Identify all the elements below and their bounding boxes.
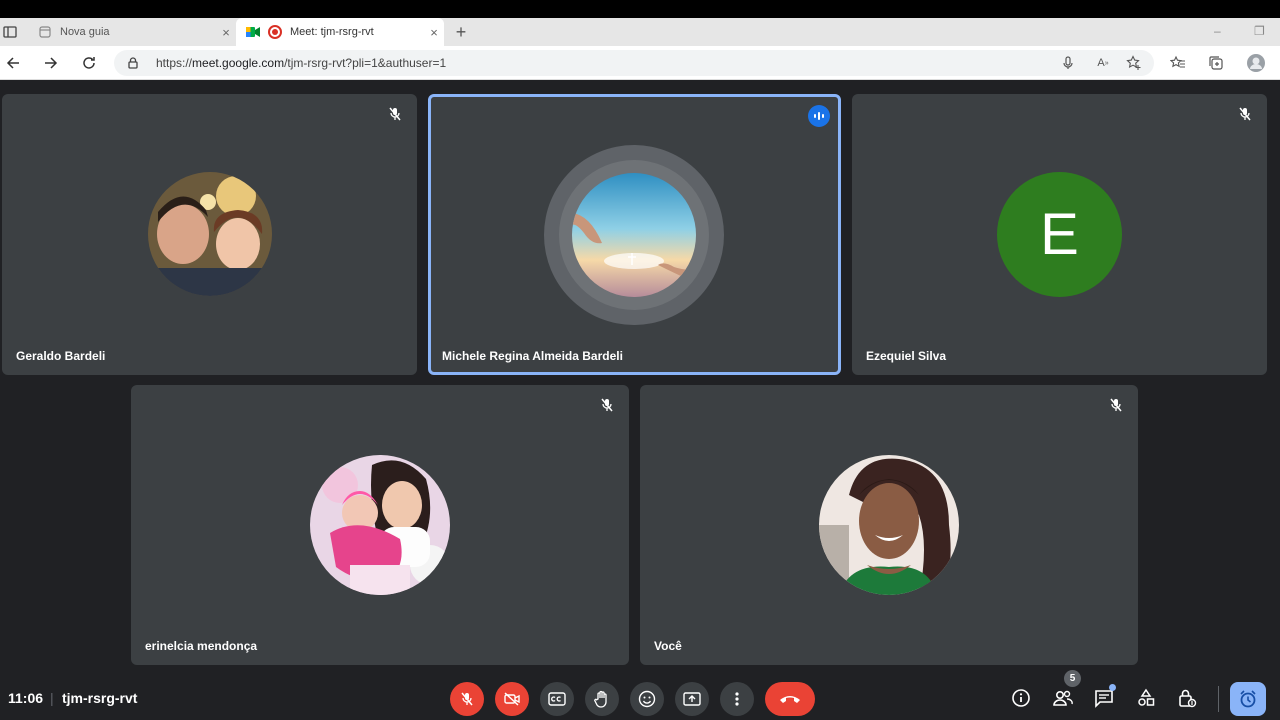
mic-off-icon: [1110, 398, 1122, 412]
emoji-icon: [638, 690, 656, 708]
page-icon: [38, 25, 52, 39]
avatar-initial: E: [1040, 202, 1079, 267]
browser-toolbar: https://meet.google.com/tjm-rsrg-rvt?pli…: [0, 46, 1280, 80]
read-aloud-icon[interactable]: A»: [1094, 54, 1112, 72]
chat-notification-dot: [1109, 684, 1116, 691]
avatar: [148, 172, 272, 296]
tab-title: Nova guia: [60, 26, 110, 38]
url-text[interactable]: https://meet.google.com/tjm-rsrg-rvt?pli…: [156, 56, 446, 70]
participant-name: Geraldo Bardeli: [16, 349, 106, 363]
address-bar[interactable]: https://meet.google.com/tjm-rsrg-rvt?pli…: [114, 50, 1154, 76]
meet-icon: [246, 25, 260, 39]
back-icon[interactable]: [2, 52, 24, 74]
avatar: E: [997, 172, 1122, 297]
browser-tab-strip: Nova guia × Meet: tjm-rsrg-rvt × + – ❐: [0, 18, 1280, 46]
alarm-clock-icon: [1240, 690, 1256, 708]
captions-icon: [548, 692, 566, 706]
mic-off-icon: [1239, 107, 1251, 121]
more-options-button[interactable]: [720, 682, 754, 716]
people-count-badge: 5: [1064, 670, 1081, 687]
restore-button[interactable]: ❐: [1254, 24, 1265, 38]
forward-icon[interactable]: [40, 52, 62, 74]
more-icon: [735, 692, 739, 706]
microphone-icon[interactable]: [1059, 54, 1077, 72]
info-icon: [1012, 689, 1030, 707]
avatar: [310, 455, 450, 595]
meeting-details-button[interactable]: [1009, 686, 1033, 710]
participant-tile-active[interactable]: Michele Regina Almeida Bardeli: [428, 94, 841, 375]
participant-name: Michele Regina Almeida Bardeli: [442, 349, 623, 363]
reload-icon[interactable]: [78, 52, 100, 74]
meeting-controls-bar: 11:06 | tjm-rsrg-rvt: [0, 676, 1280, 720]
participant-name: erinelcia mendonça: [145, 639, 258, 653]
raise-hand-button[interactable]: [585, 682, 619, 716]
participant-tile-self[interactable]: Você: [640, 385, 1138, 665]
minimize-button[interactable]: –: [1214, 24, 1221, 38]
separator: |: [50, 690, 54, 706]
avatar: [572, 173, 696, 297]
tab-nova-guia[interactable]: Nova guia ×: [28, 18, 236, 46]
recording-icon: [268, 25, 282, 39]
screen-top-bar: [0, 0, 1280, 18]
emoji-button[interactable]: [630, 682, 664, 716]
raise-hand-icon: [594, 690, 607, 708]
meeting-time: 11:06: [8, 690, 44, 706]
chat-icon: [1095, 690, 1113, 708]
activities-button[interactable]: [1134, 686, 1158, 710]
divider: [1218, 686, 1219, 712]
people-button[interactable]: [1051, 686, 1075, 710]
captions-button[interactable]: [540, 682, 574, 716]
hangup-icon: [780, 696, 800, 703]
profile-avatar[interactable]: [1245, 52, 1267, 74]
meeting-code: tjm-rsrg-rvt: [62, 690, 138, 706]
speaking-indicator-icon: [808, 105, 830, 127]
activities-icon: [1138, 688, 1155, 706]
tab-title: Meet: tjm-rsrg-rvt: [290, 26, 374, 38]
mic-off-icon: [389, 107, 401, 121]
tab-meet[interactable]: Meet: tjm-rsrg-rvt ×: [236, 18, 444, 46]
new-tab-button[interactable]: +: [450, 20, 472, 44]
camera-off-icon: [504, 692, 520, 706]
host-controls-icon: [1179, 689, 1197, 708]
present-button[interactable]: [675, 682, 709, 716]
mic-toggle-button[interactable]: [450, 682, 484, 716]
present-icon: [683, 692, 701, 706]
mic-off-icon: [601, 398, 613, 412]
tab-actions-icon[interactable]: [2, 24, 18, 40]
participant-tile[interactable]: E Ezequiel Silva: [852, 94, 1267, 375]
lock-icon[interactable]: [126, 56, 140, 70]
participant-tile[interactable]: erinelcia mendonça: [131, 385, 629, 665]
camera-toggle-button[interactable]: [495, 682, 529, 716]
tab-close-button[interactable]: ×: [216, 25, 236, 40]
favorites-icon[interactable]: [1167, 52, 1189, 74]
mic-off-icon: [461, 692, 473, 706]
tab-close-button[interactable]: ×: [424, 25, 444, 40]
collections-icon[interactable]: [1205, 52, 1227, 74]
leave-call-button[interactable]: [765, 682, 815, 716]
favorite-add-icon[interactable]: [1125, 54, 1143, 72]
people-icon: [1053, 690, 1073, 706]
participant-name: Você: [654, 639, 682, 653]
alarm-button[interactable]: [1230, 682, 1266, 716]
participant-name: Ezequiel Silva: [866, 349, 947, 363]
participant-tile[interactable]: Geraldo Bardeli: [2, 94, 417, 375]
host-controls-button[interactable]: [1175, 686, 1199, 710]
avatar: [819, 455, 959, 595]
